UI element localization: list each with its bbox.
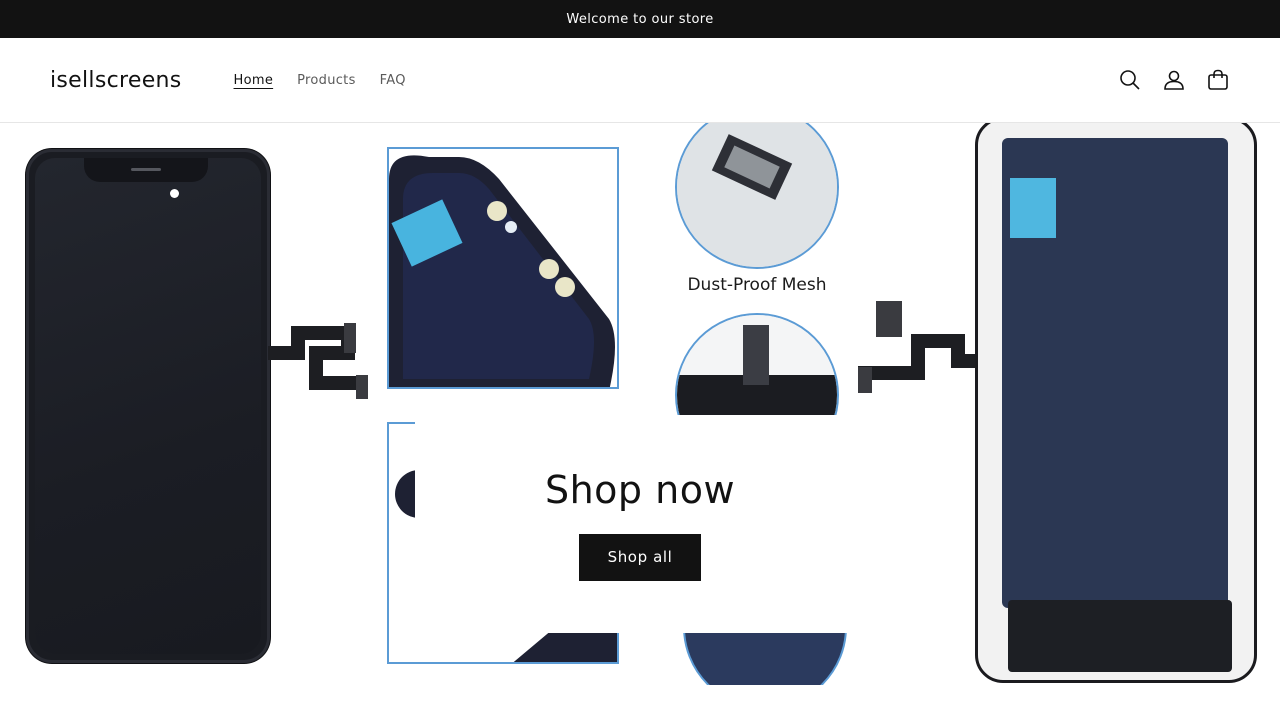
header-icons [1118,68,1230,92]
phone-board [1008,600,1232,672]
phone-front-image [26,149,270,663]
mesh-detail-image [675,123,839,269]
main-nav: Home Products FAQ [222,73,418,88]
announcement-text: Welcome to our store [566,11,714,27]
hero-heading: Shop now [544,467,736,512]
nav-item-home[interactable]: Home [222,73,286,88]
cart-icon[interactable] [1206,68,1230,92]
detail-image-corner [387,147,619,389]
shop-all-button[interactable]: Shop all [579,533,701,581]
announcement-bar: Welcome to our store [0,0,1280,38]
hero-content-box: Shop now Shop all [415,415,865,633]
hero-banner: Dust-Proof Mesh Shop now Shop all [0,123,1280,685]
phone-screen [35,158,261,654]
nav-item-products[interactable]: Products [285,73,368,88]
phone-camera [170,189,179,198]
phone-back-image [975,123,1257,683]
store-logo[interactable]: isellscreens [50,68,182,93]
phone-tape [1010,178,1056,238]
account-icon[interactable] [1162,68,1186,92]
site-header: isellscreens Home Products FAQ [0,38,1280,123]
nav-item-faq[interactable]: FAQ [368,73,418,88]
flex-cable-left-image [268,323,368,399]
search-icon[interactable] [1118,68,1142,92]
phone-speaker [131,168,161,171]
dust-proof-mesh-label: Dust-Proof Mesh [687,275,827,295]
